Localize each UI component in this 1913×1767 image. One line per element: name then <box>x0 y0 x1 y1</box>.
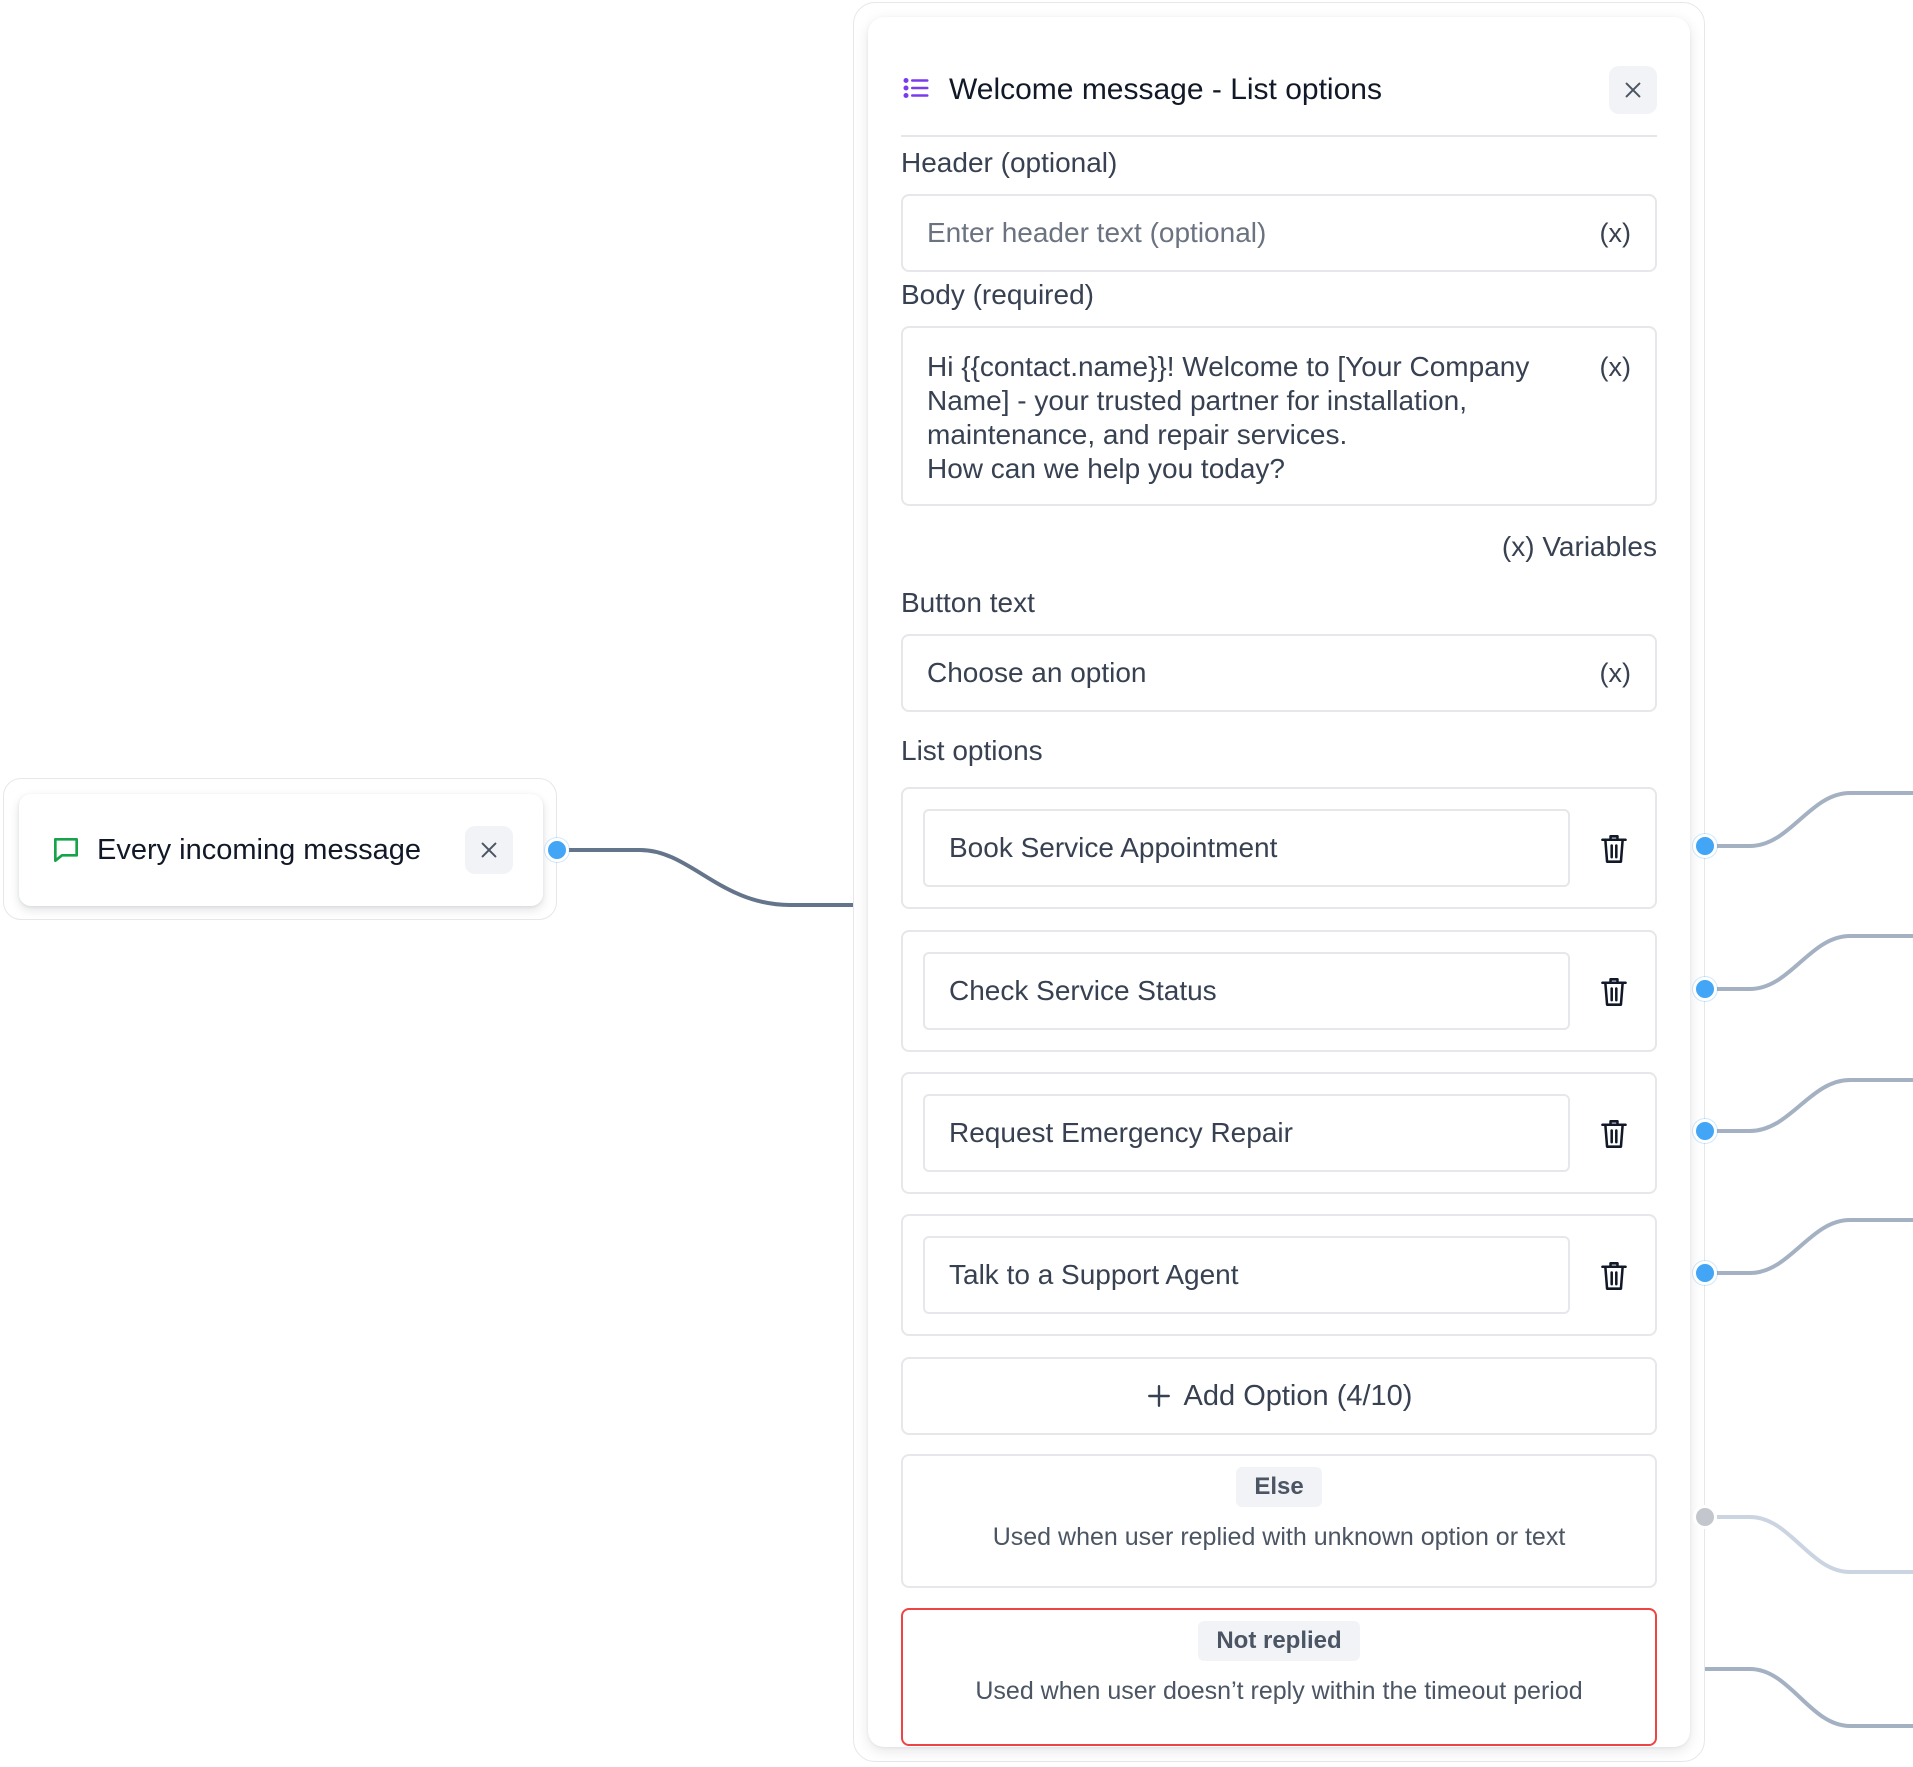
header-placeholder: Enter header text (optional) <box>927 217 1267 248</box>
else-description: Used when user replied with unknown opti… <box>992 1523 1566 1551</box>
body-label: Body (required) <box>901 279 1094 310</box>
option-connection-4 <box>1705 1218 1913 1275</box>
not-replied-description: Used when user doesn’t reply within the … <box>975 1677 1583 1705</box>
trash-icon <box>1601 1120 1627 1148</box>
delete-option-button[interactable] <box>1598 976 1630 1008</box>
body-line: Name] - your trusted partner for install… <box>927 385 1468 416</box>
list-icon <box>901 73 931 103</box>
option-input[interactable]: Book Service Appointment <box>923 809 1570 887</box>
header-variable-button[interactable]: (x) <box>1600 218 1631 249</box>
option-connection-3 <box>1705 1078 1913 1133</box>
option-output-handle[interactable] <box>1693 1119 1717 1143</box>
header-label: Header (optional) <box>901 147 1118 178</box>
else-route: Else Used when user replied with unknown… <box>901 1454 1657 1588</box>
option-input[interactable]: Talk to a Support Agent <box>923 1236 1570 1314</box>
body-text: Hi {{contact.name}}! Welcome to [Your Co… <box>927 350 1590 486</box>
delete-option-button[interactable] <box>1598 833 1630 865</box>
else-connection <box>1705 1515 1913 1574</box>
trigger-close-button[interactable] <box>465 826 513 874</box>
trigger-connection <box>557 848 853 907</box>
panel-title: Welcome message - List options <box>949 73 1382 106</box>
option-output-handle[interactable] <box>1693 834 1717 858</box>
delete-option-button[interactable] <box>1598 1118 1630 1150</box>
not-replied-connection <box>1705 1667 1913 1728</box>
list-option-item: Book Service Appointment <box>901 787 1657 909</box>
add-option-button[interactable]: Add Option (4/10) <box>901 1357 1657 1435</box>
body-line: Hi {{contact.name}}! Welcome to [Your Co… <box>927 351 1530 382</box>
list-option-item: Check Service Status <box>901 930 1657 1052</box>
list-options-panel: Welcome message - List options Header (o… <box>868 17 1690 1747</box>
header-input[interactable]: Enter header text (optional) (x) <box>901 194 1657 272</box>
panel-close-button[interactable] <box>1609 66 1657 114</box>
button-text-value: Choose an option <box>927 657 1147 688</box>
button-text-variable-button[interactable]: (x) <box>1600 658 1631 689</box>
trash-icon <box>1601 1262 1627 1290</box>
body-line: maintenance, and repair services. <box>927 419 1348 450</box>
not-replied-badge: Not replied <box>1198 1621 1360 1661</box>
else-badge: Else <box>1236 1467 1322 1507</box>
plus-icon <box>1146 1383 1172 1409</box>
option-connection-1 <box>1705 791 1913 848</box>
variables-link[interactable]: (x) Variables <box>1502 531 1657 563</box>
not-replied-route: Not replied Used when user doesn’t reply… <box>901 1608 1657 1746</box>
trigger-title: Every incoming message <box>97 833 421 866</box>
option-input[interactable]: Request Emergency Repair <box>923 1094 1570 1172</box>
list-options-label: List options <box>901 735 1043 766</box>
close-icon <box>481 842 497 858</box>
option-output-handle[interactable] <box>1693 977 1717 1001</box>
option-input[interactable]: Check Service Status <box>923 952 1570 1030</box>
body-input[interactable]: Hi {{contact.name}}! Welcome to [Your Co… <box>901 326 1657 506</box>
list-option-item: Talk to a Support Agent <box>901 1214 1657 1336</box>
delete-option-button[interactable] <box>1598 1260 1630 1292</box>
trigger-node[interactable]: Every incoming message <box>3 778 557 920</box>
trash-icon <box>1601 835 1627 863</box>
body-variable-button[interactable]: (x) <box>1600 350 1631 384</box>
trash-icon <box>1601 978 1627 1006</box>
list-options-node[interactable]: Welcome message - List options Header (o… <box>853 2 1705 1762</box>
trigger-card[interactable]: Every incoming message <box>19 794 543 906</box>
close-icon <box>1625 82 1641 98</box>
list-option-item: Request Emergency Repair <box>901 1072 1657 1194</box>
button-text-input[interactable]: Choose an option (x) <box>901 634 1657 712</box>
trigger-output-handle[interactable] <box>545 838 569 862</box>
else-output-handle[interactable] <box>1693 1505 1717 1529</box>
chat-bubble-icon <box>49 833 83 867</box>
panel-header: Welcome message - List options <box>901 51 1657 137</box>
body-line: How can we help you today? <box>927 453 1285 484</box>
add-option-label: Add Option (4/10) <box>1183 1379 1413 1412</box>
button-text-label: Button text <box>901 587 1035 618</box>
option-output-handle[interactable] <box>1693 1261 1717 1285</box>
option-connection-2 <box>1705 934 1913 991</box>
